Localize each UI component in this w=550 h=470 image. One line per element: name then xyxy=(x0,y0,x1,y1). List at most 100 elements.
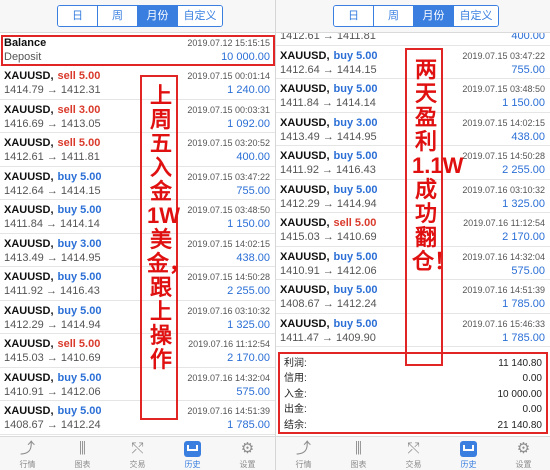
trade-prices: 1411.47 → 1409.90 xyxy=(280,331,376,344)
nav-label: 行情 xyxy=(19,460,36,469)
nav-item-gear[interactable]: ⚙ 设置 xyxy=(220,437,275,470)
trade-side: buy 5.00 xyxy=(57,271,102,283)
trade-prices: 1408.67 → 1412.24 xyxy=(280,298,377,310)
trade-prices: 1411.84 → 1414.14 xyxy=(280,97,376,109)
trade-prices: 1412.29 → 1414.94 xyxy=(280,197,377,210)
trade-symbol: XAUUSD,sell 5.00 xyxy=(4,338,101,350)
trade-row[interactable]: XAUUSD, buy 5.00 2019.07.16 14:32:04 1410.9… xyxy=(0,367,275,401)
trade-symbol: XAUUSD, buy 3.00 xyxy=(4,237,102,250)
trade-time: 2019.07.15 03:48:50 xyxy=(462,84,545,94)
trade-symbol: XAUUSD, buy 5.00 xyxy=(280,83,378,95)
chart-icon: ⫼ xyxy=(355,440,362,457)
summary-value: 0.00 xyxy=(522,373,542,385)
trade-side: buy 5.00 xyxy=(57,304,102,317)
trade-prices: 1408.67 → 1412.24 xyxy=(4,419,101,431)
trade-row[interactable]: XAUUSD,sell 5.00 2019.07.15 03:20:52 1412.… xyxy=(0,133,275,167)
trade-side: sell 5.00 xyxy=(57,338,101,350)
trade-prices: 1415.03 → 1410.69 xyxy=(280,231,377,243)
tab-custom[interactable]: 自定义 xyxy=(178,6,222,26)
trade-time: 2019.07.15 03:48:50 xyxy=(187,205,270,215)
account-summary: 利润: 11 140.80 信用: 0.00 入金: 10 000.00 出金: 0.00 结余… xyxy=(278,352,548,434)
trade-icon: ⤲ xyxy=(407,440,420,457)
nav-item-chart[interactable]: ⫼ 图表 xyxy=(55,437,110,470)
nav-label: 历史 xyxy=(460,460,477,469)
trade-row[interactable]: XAUUSD, buy 5.00 2019.07.16 14:51:39 1408.6… xyxy=(276,280,550,314)
nav-item-trend[interactable]: ⤴ 行情 xyxy=(276,437,331,470)
trade-row[interactable]: XAUUSD, buy 5.00 2019.07.15 03:48:50 1411.8… xyxy=(0,200,275,234)
trade-prices: 1412.64 → 1414.15 xyxy=(280,63,377,76)
period-tabs-bar: 日 周 月份 自定义 xyxy=(0,0,275,33)
left-history-panel: 日 周 月份 自定义 Balance 2019.07.12 15:15:15 D… xyxy=(0,0,275,470)
nav-item-history[interactable]: 历史 xyxy=(441,437,496,470)
trade-side: buy 5.00 xyxy=(57,204,102,216)
nav-item-history[interactable]: 历史 xyxy=(165,437,220,470)
trade-time: 2019.07.15 14:02:15 xyxy=(462,117,545,128)
gear-icon: ⚙ xyxy=(240,440,255,457)
tab-day[interactable]: 日 xyxy=(334,6,374,26)
balance-row[interactable]: Balance 2019.07.12 15:15:15 Deposit 10 0… xyxy=(0,33,275,66)
trade-row[interactable]: XAUUSD, buy 5.00 2019.07.15 14:50:28 1411.9… xyxy=(0,267,275,301)
trade-prices: 1413.49 → 1414.95 xyxy=(280,130,377,143)
annotation-text: 上周五入金1W美金，跟上操作 xyxy=(147,83,192,372)
trade-profit: 1 785.00 xyxy=(502,331,545,344)
trade-profit: 1 150.00 xyxy=(227,218,270,230)
tab-month[interactable]: 月份 xyxy=(138,6,178,26)
trade-side: buy 5.00 xyxy=(333,83,378,95)
nav-label: 设置 xyxy=(239,460,256,469)
trade-profit: 1 240.00 xyxy=(227,84,270,96)
trade-profit: 1 325.00 xyxy=(227,318,270,331)
trade-profit: 2 170.00 xyxy=(502,231,545,243)
trade-history-list[interactable]: Balance 2019.07.12 15:15:15 Deposit 10 0… xyxy=(0,33,275,436)
summary-value: 10 000.00 xyxy=(497,388,543,400)
trade-row[interactable]: XAUUSD, buy 5.00 2019.07.16 15:46:33 1411.4… xyxy=(276,313,550,347)
trade-row[interactable]: XAUUSD, buy 5.00 2019.07.16 03:10:32 1412.2… xyxy=(0,300,275,334)
nav-item-trade[interactable]: ⤲ 交易 xyxy=(110,437,165,470)
nav-item-gear[interactable]: ⚙ 设置 xyxy=(496,437,550,470)
trade-profit: 438.00 xyxy=(511,130,545,143)
nav-label: 交易 xyxy=(405,460,422,469)
right-history-panel: 日 周 月份 自定义 XAUUSD,sell 5.00 2019.07.15 03… xyxy=(275,0,550,470)
period-tabs-bar: 日 周 月份 自定义 xyxy=(276,0,550,33)
trade-time: 2019.07.15 14:02:15 xyxy=(187,238,270,249)
trade-side: buy 3.00 xyxy=(333,116,378,129)
trade-time: 2019.07.15 00:01:14 xyxy=(187,71,270,81)
trade-row[interactable]: XAUUSD, buy 5.00 2019.07.15 03:47:22 1412.6… xyxy=(0,166,275,200)
nav-item-trend[interactable]: ⤴ 行情 xyxy=(0,437,55,470)
trade-row[interactable]: XAUUSD, buy 5.00 2019.07.16 14:51:39 1408.6… xyxy=(0,401,275,435)
summary-value: 11 140.80 xyxy=(498,358,542,369)
trade-profit: 400.00 xyxy=(236,151,270,163)
trade-row[interactable]: XAUUSD, buy 3.00 2019.07.15 14:02:15 1413.4… xyxy=(0,233,275,267)
summary-label: 利润: xyxy=(284,358,307,369)
summary-row: 信用: 0.00 xyxy=(284,371,542,386)
trade-profit: 1 092.00 xyxy=(227,117,270,130)
trade-profit: 1 150.00 xyxy=(502,97,545,109)
trade-side: buy 3.00 xyxy=(57,237,102,250)
balance-time: 2019.07.12 15:15:15 xyxy=(187,38,270,48)
tab-day[interactable]: 日 xyxy=(58,6,98,26)
period-segmented-control: 日 周 月份 自定义 xyxy=(333,5,499,27)
trade-profit: 1 325.00 xyxy=(502,197,545,210)
summary-row: 利润: 11 140.80 xyxy=(284,356,542,371)
trade-row[interactable]: XAUUSD, sell 5.00 2019.07.16 11:12:54 1415.… xyxy=(0,334,275,368)
trade-symbol: XAUUSD, buy 5.00 xyxy=(280,250,378,263)
history-icon xyxy=(441,440,496,458)
nav-item-chart[interactable]: ⫼ 图表 xyxy=(331,437,386,470)
nav-label: 图表 xyxy=(350,460,367,469)
trade-profit: 755.00 xyxy=(236,184,270,197)
trade-side: buy 5.00 xyxy=(57,371,102,384)
tab-month[interactable]: 月份 xyxy=(414,6,454,26)
tab-custom[interactable]: 自定义 xyxy=(454,6,498,26)
nav-label: 图表 xyxy=(74,460,91,469)
trade-symbol: XAUUSD, buy 5.00 xyxy=(4,271,102,283)
tab-week[interactable]: 周 xyxy=(374,6,414,26)
nav-label: 交易 xyxy=(129,460,146,469)
trade-row[interactable]: XAUUSD, sell 3.00 2019.07.15 00:03:31 1416.… xyxy=(0,99,275,133)
period-segmented-control: 日 周 月份 自定义 xyxy=(57,5,223,27)
nav-item-trade[interactable]: ⤲ 交易 xyxy=(386,437,441,470)
trade-prices: 1415.03 → 1410.69 xyxy=(4,352,101,364)
tab-week[interactable]: 周 xyxy=(98,6,138,26)
trade-time: 2019.07.16 14:32:04 xyxy=(187,372,270,383)
history-icon xyxy=(165,440,220,458)
trade-row[interactable]: XAUUSD, sell 5.00 2019.07.15 00:01:14 1414.… xyxy=(0,66,275,100)
trade-profit: 1 785.00 xyxy=(227,419,270,431)
